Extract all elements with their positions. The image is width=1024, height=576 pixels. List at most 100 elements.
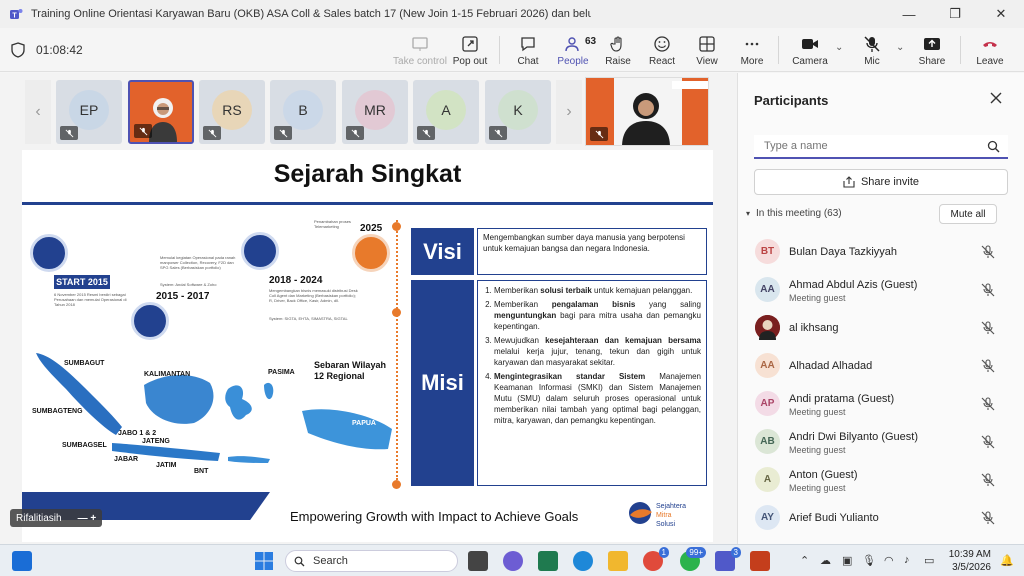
mic-off-icon[interactable] [981,321,995,335]
mic-off-icon[interactable] [981,245,995,259]
restore-button[interactable]: ❐ [932,0,978,28]
share-invite-button[interactable]: Share invite [754,169,1008,195]
participant-row[interactable]: AA Ahmad Abdul Azis (Guest) Meeting gues… [738,270,1024,308]
wifi-icon[interactable]: ◠ [884,554,894,567]
teams-icon[interactable]: 3 [715,547,741,571]
share-button[interactable]: Share [906,32,958,68]
mic-off-icon [864,36,880,52]
avatar: B [283,90,323,130]
handshake-icon [30,234,68,272]
mic-off-icon[interactable] [981,359,995,373]
minimize-button[interactable]: — [886,0,932,28]
close-icon[interactable] [988,90,1004,106]
mic-button[interactable]: Mic [846,32,898,68]
take-control-button[interactable]: Take control [393,32,447,68]
tiles-prev-arrow-icon[interactable]: ‹ [25,80,51,144]
participant-tile[interactable]: RS [199,80,265,144]
mic-off-icon [134,124,152,138]
participant-tile[interactable]: A [413,80,479,144]
more-icon [745,42,759,46]
close-window-button[interactable]: ✕ [978,0,1024,28]
visi-label: Visi [411,228,474,275]
more-button[interactable]: More [726,32,778,68]
avatar [755,315,780,340]
participant-tile[interactable]: EP [56,80,122,144]
in-meeting-section-header[interactable]: ▾ In this meeting (63) [746,208,842,219]
meeting-timer: 01:08:42 [36,43,83,57]
chevron-down-icon: ▾ [746,209,751,218]
whatsapp-icon[interactable]: 99+ [680,547,706,571]
mic-off-icon [489,126,507,140]
misi-item: Mewujudkan kesejahteraan dan kemajuan be… [494,335,701,368]
presenter-name-tag[interactable]: Rifalitiasih — + [10,509,103,527]
participant-row[interactable]: AB Andri Dwi Bilyanto (Guest) Meeting gu… [738,422,1024,460]
participant-search-input[interactable] [754,135,974,157]
volume-icon[interactable]: ♪ [904,554,910,566]
camera-button[interactable]: Camera [784,32,836,68]
window-title: Training Online Orientasi Karyawan Baru … [31,8,591,20]
file-explorer-icon[interactable] [608,551,628,571]
mic-off-icon[interactable] [981,473,995,487]
battery-icon[interactable]: ▭ [924,554,934,567]
chat-icon [521,37,535,52]
tiles-next-arrow-icon[interactable]: › [556,80,582,144]
chrome-icon[interactable]: 1 [643,547,669,571]
view-label: View [696,56,718,67]
misi-label: Misi [411,280,474,486]
telemarketing-icon [352,234,390,272]
participant-row[interactable]: AA Alhadad Alhadad [738,346,1024,384]
system-clock[interactable]: 10:39 AM 3/5/2026 [947,548,991,574]
mic-off-icon[interactable] [981,435,995,449]
copilot-icon[interactable] [503,551,523,571]
mic-off-icon[interactable] [981,511,995,525]
chat-label: Chat [517,56,539,67]
period-2018-2024: 2018 - 2024 [269,275,323,286]
participant-tile[interactable]: B [270,80,336,144]
cloud-icon[interactable]: ☁ [820,554,831,567]
pop-out-button[interactable]: Pop out [444,32,496,68]
mute-all-button[interactable]: Mute all [939,204,997,224]
share-label: Share [918,56,946,67]
participant-row[interactable]: AY Arief Budi Yulianto [738,498,1024,536]
task-view-icon[interactable] [468,551,488,571]
avatar: AA [755,353,780,378]
camera-options-chevron-icon[interactable]: ⌄ [835,42,843,53]
people-label: People [557,56,589,67]
participant-video-tile[interactable] [128,80,194,144]
powerpoint-icon[interactable] [750,551,770,571]
hang-up-icon [983,42,997,47]
meeting-tray-icon[interactable]: ▣ [842,554,852,567]
slide-title: Sejarah Singkat [273,160,462,188]
windows-start-icon[interactable] [254,551,274,571]
mic-off-icon[interactable] [981,283,995,297]
leave-label: Leave [976,56,1004,67]
participants-panel: Participants Share invite ▾ In this meet… [737,73,1024,544]
pop-out-icon [462,36,478,52]
participant-row[interactable]: AP Andi pratama (Guest) Meeting guest [738,384,1024,422]
show-hidden-icons-chevron-icon[interactable]: ⌃ [800,554,809,567]
mic-options-chevron-icon[interactable]: ⌄ [896,42,904,53]
widgets-icon[interactable] [12,551,32,571]
taskbar-search[interactable]: Search [285,550,458,572]
participant-row[interactable]: A Anton (Guest) Meeting guest [738,460,1024,498]
edge-icon[interactable] [573,551,593,571]
participant-tile[interactable]: K [485,80,551,144]
mic-off-icon[interactable] [981,397,995,411]
notifications-icon[interactable]: 🔔 [1000,554,1014,567]
participant-row[interactable]: al ikhsang [738,308,1024,346]
avatar: AP [755,391,780,416]
store-icon[interactable] [538,551,558,571]
sebaran-wilayah-label: Sebaran Wilayah 12 Regional [314,360,386,381]
leave-button[interactable]: Leave [964,32,1016,68]
zoom-controls[interactable]: — + [78,513,97,524]
avatar: A [755,467,780,492]
participant-row[interactable]: BT Bulan Daya Tazkiyyah [738,232,1024,270]
avatar: AA [755,277,780,302]
microphone-tray-icon[interactable]: 🎙 [862,554,876,567]
teams-app-icon: T [10,9,23,20]
search-icon[interactable] [987,140,1000,153]
participant-tile[interactable]: MR [342,80,408,144]
camera-icon [802,39,818,49]
presenter-video-tile[interactable] [585,77,709,146]
grid-view-icon [699,36,715,52]
